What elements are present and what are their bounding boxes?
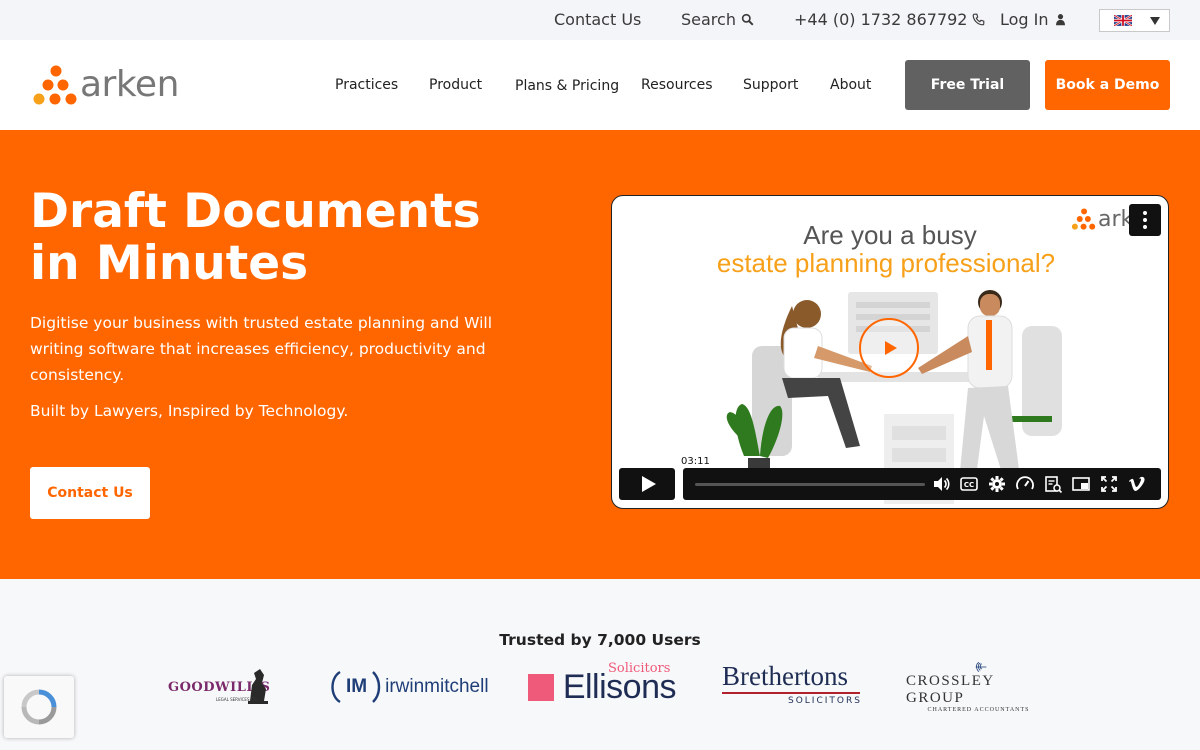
closed-captions-icon[interactable]: CC — [959, 474, 979, 494]
video-progress-bar[interactable] — [695, 483, 925, 486]
vimeo-icon[interactable] — [1127, 474, 1147, 494]
language-selector[interactable] — [1099, 9, 1170, 32]
topbar-search-label: Search — [681, 10, 736, 29]
video-logo-text: ark — [1098, 206, 1134, 232]
picture-in-picture-icon[interactable] — [1071, 474, 1091, 494]
video-player[interactable]: Are you a busy estate planning professio… — [611, 195, 1169, 509]
topbar-login-link[interactable]: Log In — [1000, 10, 1067, 29]
nav-item-plans-pricing[interactable]: Plans & Pricing — [515, 78, 619, 94]
phone-icon — [973, 13, 985, 26]
video-headline-line2: estate planning professional? — [716, 248, 1056, 278]
nav-item-practices[interactable]: Practices — [335, 77, 398, 93]
search-icon — [741, 13, 754, 26]
irwin-mitchell-logo: IM irwinmitchell — [328, 661, 493, 713]
topbar-contact-link[interactable]: Contact Us — [554, 10, 641, 29]
topbar-contact-label: Contact Us — [554, 10, 642, 29]
brethertons-name: Brethertons — [722, 661, 848, 691]
irwin-name: irwinmitchell — [385, 676, 489, 697]
fullscreen-icon[interactable] — [1099, 474, 1119, 494]
trusted-section: Trusted by 7,000 Users GOODWILL'S LEGAL … — [0, 579, 1200, 750]
logo-dots-icon — [33, 65, 77, 105]
video-more-options-button[interactable] — [1129, 204, 1161, 236]
nav-item-resources[interactable]: Resources — [641, 77, 713, 93]
arken-logo[interactable]: arken — [30, 62, 179, 108]
hero-title: Draft Documents in Minutes — [30, 184, 481, 291]
irwin-arc-icon — [331, 670, 341, 704]
book-demo-button[interactable]: Book a Demo — [1045, 60, 1170, 110]
trusted-title: Trusted by 7,000 Users — [499, 631, 701, 649]
goodwills-subtitle: LEGAL SERVICES LTD — [216, 697, 258, 702]
video-play-button[interactable] — [619, 468, 675, 500]
playback-speed-icon[interactable] — [1015, 474, 1035, 494]
brethertons-subtitle: SOLICITORS — [788, 696, 862, 706]
crossley-subtitle: CHARTERED ACCOUNTANTS — [927, 707, 1030, 713]
nav-item-about[interactable]: About — [830, 77, 871, 93]
topbar-phone-label: +44 (0) 1732 867792 — [794, 10, 968, 29]
video-center-play-button[interactable] — [859, 318, 919, 378]
crossley-name: CROSSLEY GROUP — [906, 673, 995, 706]
svg-text:CC: CC — [964, 481, 974, 489]
uk-flag-icon — [1114, 15, 1132, 26]
irwin-im: IM — [346, 676, 368, 697]
utility-bar: Contact Us Search +44 (0) 1732 867792 Lo… — [0, 0, 1200, 40]
crossley-emblem-icon — [975, 661, 986, 672]
nav-item-product[interactable]: Product — [429, 77, 482, 93]
topbar-phone-link[interactable]: +44 (0) 1732 867792 — [794, 10, 985, 29]
play-icon — [884, 341, 897, 355]
hero-tagline: Built by Lawyers, Inspired by Technology… — [30, 402, 349, 420]
ellisons-square-icon — [528, 673, 554, 701]
free-trial-button[interactable]: Free Trial — [905, 60, 1030, 110]
logo-text: arken — [80, 64, 179, 105]
video-control-bar: CC — [683, 468, 1161, 500]
nav-item-support[interactable]: Support — [743, 77, 798, 93]
chevron-down-icon — [1150, 16, 1160, 25]
ellisons-subtitle: Solicitors — [608, 661, 671, 676]
irwin-arc-icon — [372, 671, 381, 703]
play-icon — [641, 476, 656, 492]
volume-icon[interactable] — [931, 474, 951, 494]
logo-dots-icon — [1071, 208, 1096, 230]
brethertons-logo: Brethertons SOLICITORS — [722, 661, 862, 713]
site-header: arken Practices Product Plans & Pricing … — [0, 40, 1200, 130]
settings-gear-icon[interactable] — [987, 474, 1007, 494]
user-icon — [1055, 14, 1065, 26]
goodwills-logo: GOODWILL'S LEGAL SERVICES LTD — [168, 661, 278, 713]
brethertons-underline — [722, 692, 860, 694]
crossley-group-logo: CROSSLEY GROUP CHARTERED ACCOUNTANTS — [906, 661, 1051, 713]
topbar-login-label: Log In — [1000, 10, 1049, 29]
recaptcha-icon — [21, 689, 57, 725]
transcript-icon[interactable] — [1043, 474, 1063, 494]
recaptcha-badge[interactable] — [4, 676, 74, 738]
topbar-search-link[interactable]: Search — [681, 10, 754, 29]
hero-section: Draft Documents in Minutes Digitise your… — [0, 130, 1200, 579]
video-logo: ark — [1070, 206, 1133, 232]
hero-description: Digitise your business with trusted esta… — [30, 314, 493, 384]
ellisons-logo: Ellisons Solicitors — [528, 661, 677, 713]
hero-contact-button[interactable]: Contact Us — [30, 467, 150, 519]
